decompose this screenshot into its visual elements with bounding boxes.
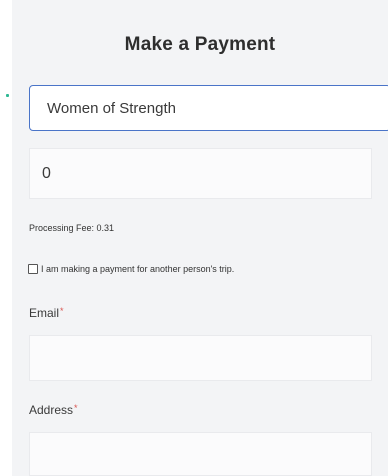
accent-dot [6,94,9,97]
email-label-text: Email [29,306,60,320]
address-label: Address* [29,403,78,417]
campaign-input[interactable] [29,85,388,131]
page-title: Make a Payment [124,34,276,55]
other-person-checkbox[interactable] [28,264,38,274]
email-field[interactable] [29,335,372,381]
address-field[interactable] [29,432,372,476]
email-required-marker: * [60,306,64,316]
address-label-text: Address [29,403,74,417]
processing-fee-text: Processing Fee: 0.31 [29,223,115,233]
email-label: Email* [29,306,64,320]
address-required-marker: * [74,403,78,413]
other-person-label: I am making a payment for another person… [41,264,235,274]
amount-input[interactable] [29,148,372,199]
other-person-checkbox-row[interactable]: I am making a payment for another person… [28,263,234,275]
